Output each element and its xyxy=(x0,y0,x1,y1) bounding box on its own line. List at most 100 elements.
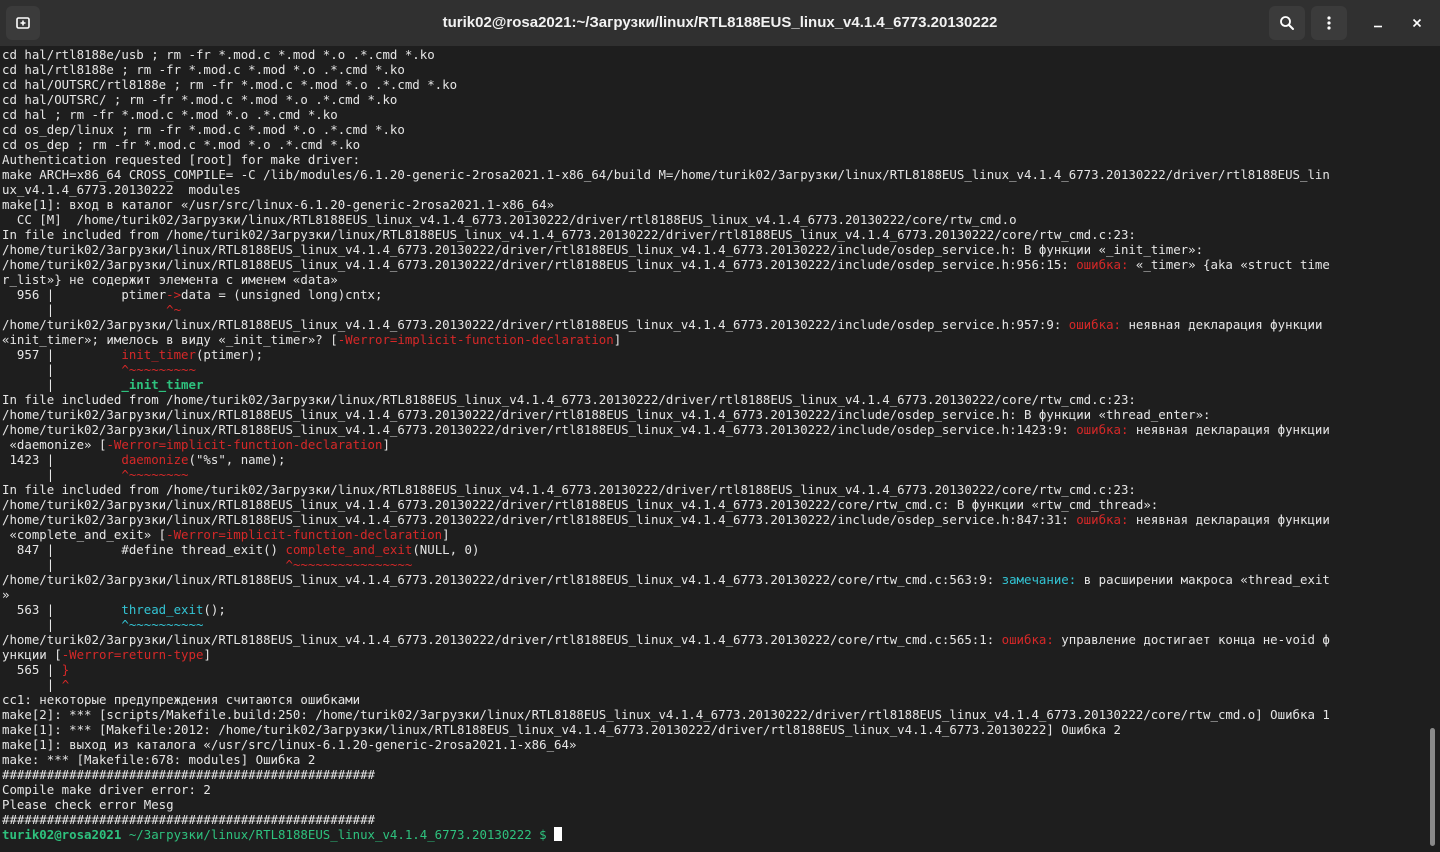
minimize-button[interactable] xyxy=(1363,8,1393,38)
new-tab-button[interactable] xyxy=(6,6,40,40)
terminal-text: неявная декларация функции xyxy=(1128,512,1330,527)
terminal-text-error: ошибка: xyxy=(1076,257,1129,272)
terminal-text: «_timer» {aka «struct time xyxy=(1128,257,1330,272)
terminal-text: 847 | #define thread_exit() xyxy=(2,542,286,557)
terminal-text: In file included from /home/turik02/Загр… xyxy=(2,227,1136,242)
terminal-line: make[2]: *** [scripts/Makefile.build:250… xyxy=(2,707,1426,722)
terminal-line: In file included from /home/turik02/Загр… xyxy=(2,227,1426,242)
scrollbar[interactable] xyxy=(1426,46,1440,852)
terminal-text-error: -Werror=implicit-function-declaration xyxy=(166,527,443,542)
terminal-text: In file included from /home/turik02/Загр… xyxy=(2,482,1136,497)
terminal-text: /home/turik02/Загрузки/linux/RTL8188EUS_… xyxy=(2,242,1204,257)
search-button[interactable] xyxy=(1269,6,1305,40)
terminal-text-error: ошибка: xyxy=(1076,512,1129,527)
terminal-text: Please check error Mesg xyxy=(2,797,174,812)
terminal-text-error: } xyxy=(61,662,70,677)
terminal-line: make[1]: вход в каталог «/usr/src/linux-… xyxy=(2,197,1426,212)
terminal-line: cd os_dep ; rm -fr *.mod.c *.mod *.o .*.… xyxy=(2,137,1426,152)
terminal-line: | _init_timer xyxy=(2,377,1426,392)
header-bar: turik02@rosa2021:~/Загрузки/linux/RTL818… xyxy=(0,0,1440,46)
terminal-window: turik02@rosa2021:~/Загрузки/linux/RTL818… xyxy=(0,0,1440,852)
terminal-line: 1423 | daemonize("%s", name); xyxy=(2,452,1426,467)
search-icon xyxy=(1279,15,1295,31)
terminal-text: data = (unsigned long)cntx; xyxy=(181,287,383,302)
terminal-text-note: thread_exit xyxy=(121,602,204,617)
terminal-line: | ^~~~~~~~~ xyxy=(2,467,1426,482)
terminal-text: /home/turik02/Загрузки/linux/RTL8188EUS_… xyxy=(2,572,1002,587)
terminal-line: | ^~~~~~~~~~~~~~~~~ xyxy=(2,557,1426,572)
terminal-text-error: -Werror=return-type xyxy=(61,647,204,662)
terminal-text: управление достигает конца не-void ф xyxy=(1053,632,1330,647)
terminal-text: ########################################… xyxy=(2,767,375,782)
main-menu-button[interactable] xyxy=(1311,6,1347,40)
window-title: turik02@rosa2021:~/Загрузки/linux/RTL818… xyxy=(442,14,998,31)
new-tab-icon xyxy=(15,15,31,31)
terminal-text-prompt: _init_timer xyxy=(121,377,204,392)
terminal-text: make[1]: *** [Makefile:2012: /home/turik… xyxy=(2,722,1121,737)
terminal-text: «complete_and_exit» [ xyxy=(2,527,167,542)
terminal-text: /home/turik02/Загрузки/linux/RTL8188EUS_… xyxy=(2,257,1077,272)
terminal-text: ux_v4.1.4_6773.20130222 modules xyxy=(2,182,241,197)
terminal-text: » xyxy=(2,587,10,602)
terminal-text-error: ^~ xyxy=(166,302,182,317)
terminal-line: 957 | init_timer(ptimer); xyxy=(2,347,1426,362)
terminal-text-note: замечание: xyxy=(1001,572,1077,587)
terminal-line: cc1: некоторые предупреждения считаются … xyxy=(2,692,1426,707)
scrollbar-thumb[interactable] xyxy=(1430,728,1435,846)
terminal-text: /home/turik02/Загрузки/linux/RTL8188EUS_… xyxy=(2,422,1077,437)
terminal-text-prompt-path: ~/Загрузки/linux/RTL8188EUS_linux_v4.1.4… xyxy=(128,827,547,842)
terminal-cursor xyxy=(554,827,563,841)
terminal-line: /home/turik02/Загрузки/linux/RTL8188EUS_… xyxy=(2,407,1426,422)
terminal-output[interactable]: cd hal/rtl8188e/usb ; rm -fr *.mod.c *.m… xyxy=(0,46,1426,852)
terminal-line: «complete_and_exit» [-Werror=implicit-fu… xyxy=(2,527,1426,542)
terminal-line: | ^ xyxy=(2,677,1426,692)
terminal-text: (); xyxy=(203,602,226,617)
terminal-line: In file included from /home/turik02/Загр… xyxy=(2,482,1426,497)
terminal-text: ] xyxy=(442,527,450,542)
terminal-text: ункции [ xyxy=(2,647,62,662)
close-button[interactable] xyxy=(1402,8,1432,38)
terminal-line: /home/turik02/Загрузки/linux/RTL8188EUS_… xyxy=(2,422,1426,437)
terminal-line: Please check error Mesg xyxy=(2,797,1426,812)
terminal-line: ########################################… xyxy=(2,812,1426,827)
terminal-text-error: ^~~~~~~~~~~~~~~~~ xyxy=(285,557,413,572)
terminal-line: make ARCH=x86_64 CROSS_COMPILE= -C /lib/… xyxy=(2,167,1426,182)
terminal-line: 565 | } xyxy=(2,662,1426,677)
terminal-line: make[1]: выход из каталога «/usr/src/lin… xyxy=(2,737,1426,752)
terminal-text: cd hal/OUTSRC/rtl8188e ; rm -fr *.mod.c … xyxy=(2,77,458,92)
terminal-text: cd hal ; rm -fr *.mod.c *.mod *.o .*.cmd… xyxy=(2,107,338,122)
terminal-text-error: ошибка: xyxy=(1076,422,1129,437)
terminal-line: ux_v4.1.4_6773.20130222 modules xyxy=(2,182,1426,197)
terminal-text: /home/turik02/Загрузки/linux/RTL8188EUS_… xyxy=(2,632,1002,647)
terminal-text: make[1]: выход из каталога «/usr/src/lin… xyxy=(2,737,577,752)
terminal-text-error: -Werror=implicit-function-declaration xyxy=(106,437,383,452)
terminal-text: | xyxy=(2,302,167,317)
terminal-line: /home/turik02/Загрузки/linux/RTL8188EUS_… xyxy=(2,572,1426,587)
terminal-text-error: daemonize xyxy=(121,452,189,467)
terminal-text: ("%s", name); xyxy=(188,452,286,467)
terminal-text: cd hal/rtl8188e/usb ; rm -fr *.mod.c *.m… xyxy=(2,47,435,62)
terminal-line: make: *** [Makefile:678: modules] Ошибка… xyxy=(2,752,1426,767)
terminal-line: «init_timer»; имелось в виду «_init_time… xyxy=(2,332,1426,347)
terminal-text-error: -> xyxy=(166,287,182,302)
terminal-text: | xyxy=(2,617,122,632)
terminal-text: 1423 | xyxy=(2,452,122,467)
terminal-text: make: *** [Makefile:678: modules] Ошибка… xyxy=(2,752,316,767)
terminal-text: ] xyxy=(613,332,622,347)
terminal-line: /home/turik02/Загрузки/linux/RTL8188EUS_… xyxy=(2,512,1426,527)
terminal-text: | xyxy=(2,467,122,482)
terminal-text: cd hal/OUTSRC/ ; rm -fr *.mod.c *.mod *.… xyxy=(2,92,398,107)
terminal-text: /home/turik02/Загрузки/linux/RTL8188EUS_… xyxy=(2,497,1159,512)
terminal-line: Authentication requested [root] for make… xyxy=(2,152,1426,167)
terminal-line: /home/turik02/Загрузки/linux/RTL8188EUS_… xyxy=(2,242,1426,257)
terminal-lines: cd hal/rtl8188e/usb ; rm -fr *.mod.c *.m… xyxy=(2,47,1426,842)
terminal-text: cd os_dep/linux ; rm -fr *.mod.c *.mod *… xyxy=(2,122,405,137)
terminal-line: » xyxy=(2,587,1426,602)
terminal-text: Compile make driver error: 2 xyxy=(2,782,211,797)
terminal-line: | ^~~~~~~~~~~ xyxy=(2,617,1426,632)
terminal-text: cc1: некоторые предупреждения считаются … xyxy=(2,692,361,707)
terminal-text-note: ^~~~~~~~~~~ xyxy=(121,617,204,632)
terminal-line: /home/turik02/Загрузки/linux/RTL8188EUS_… xyxy=(2,257,1426,272)
close-icon xyxy=(1411,17,1423,29)
terminal-text-error: -Werror=implicit-function-declaration xyxy=(337,332,614,347)
